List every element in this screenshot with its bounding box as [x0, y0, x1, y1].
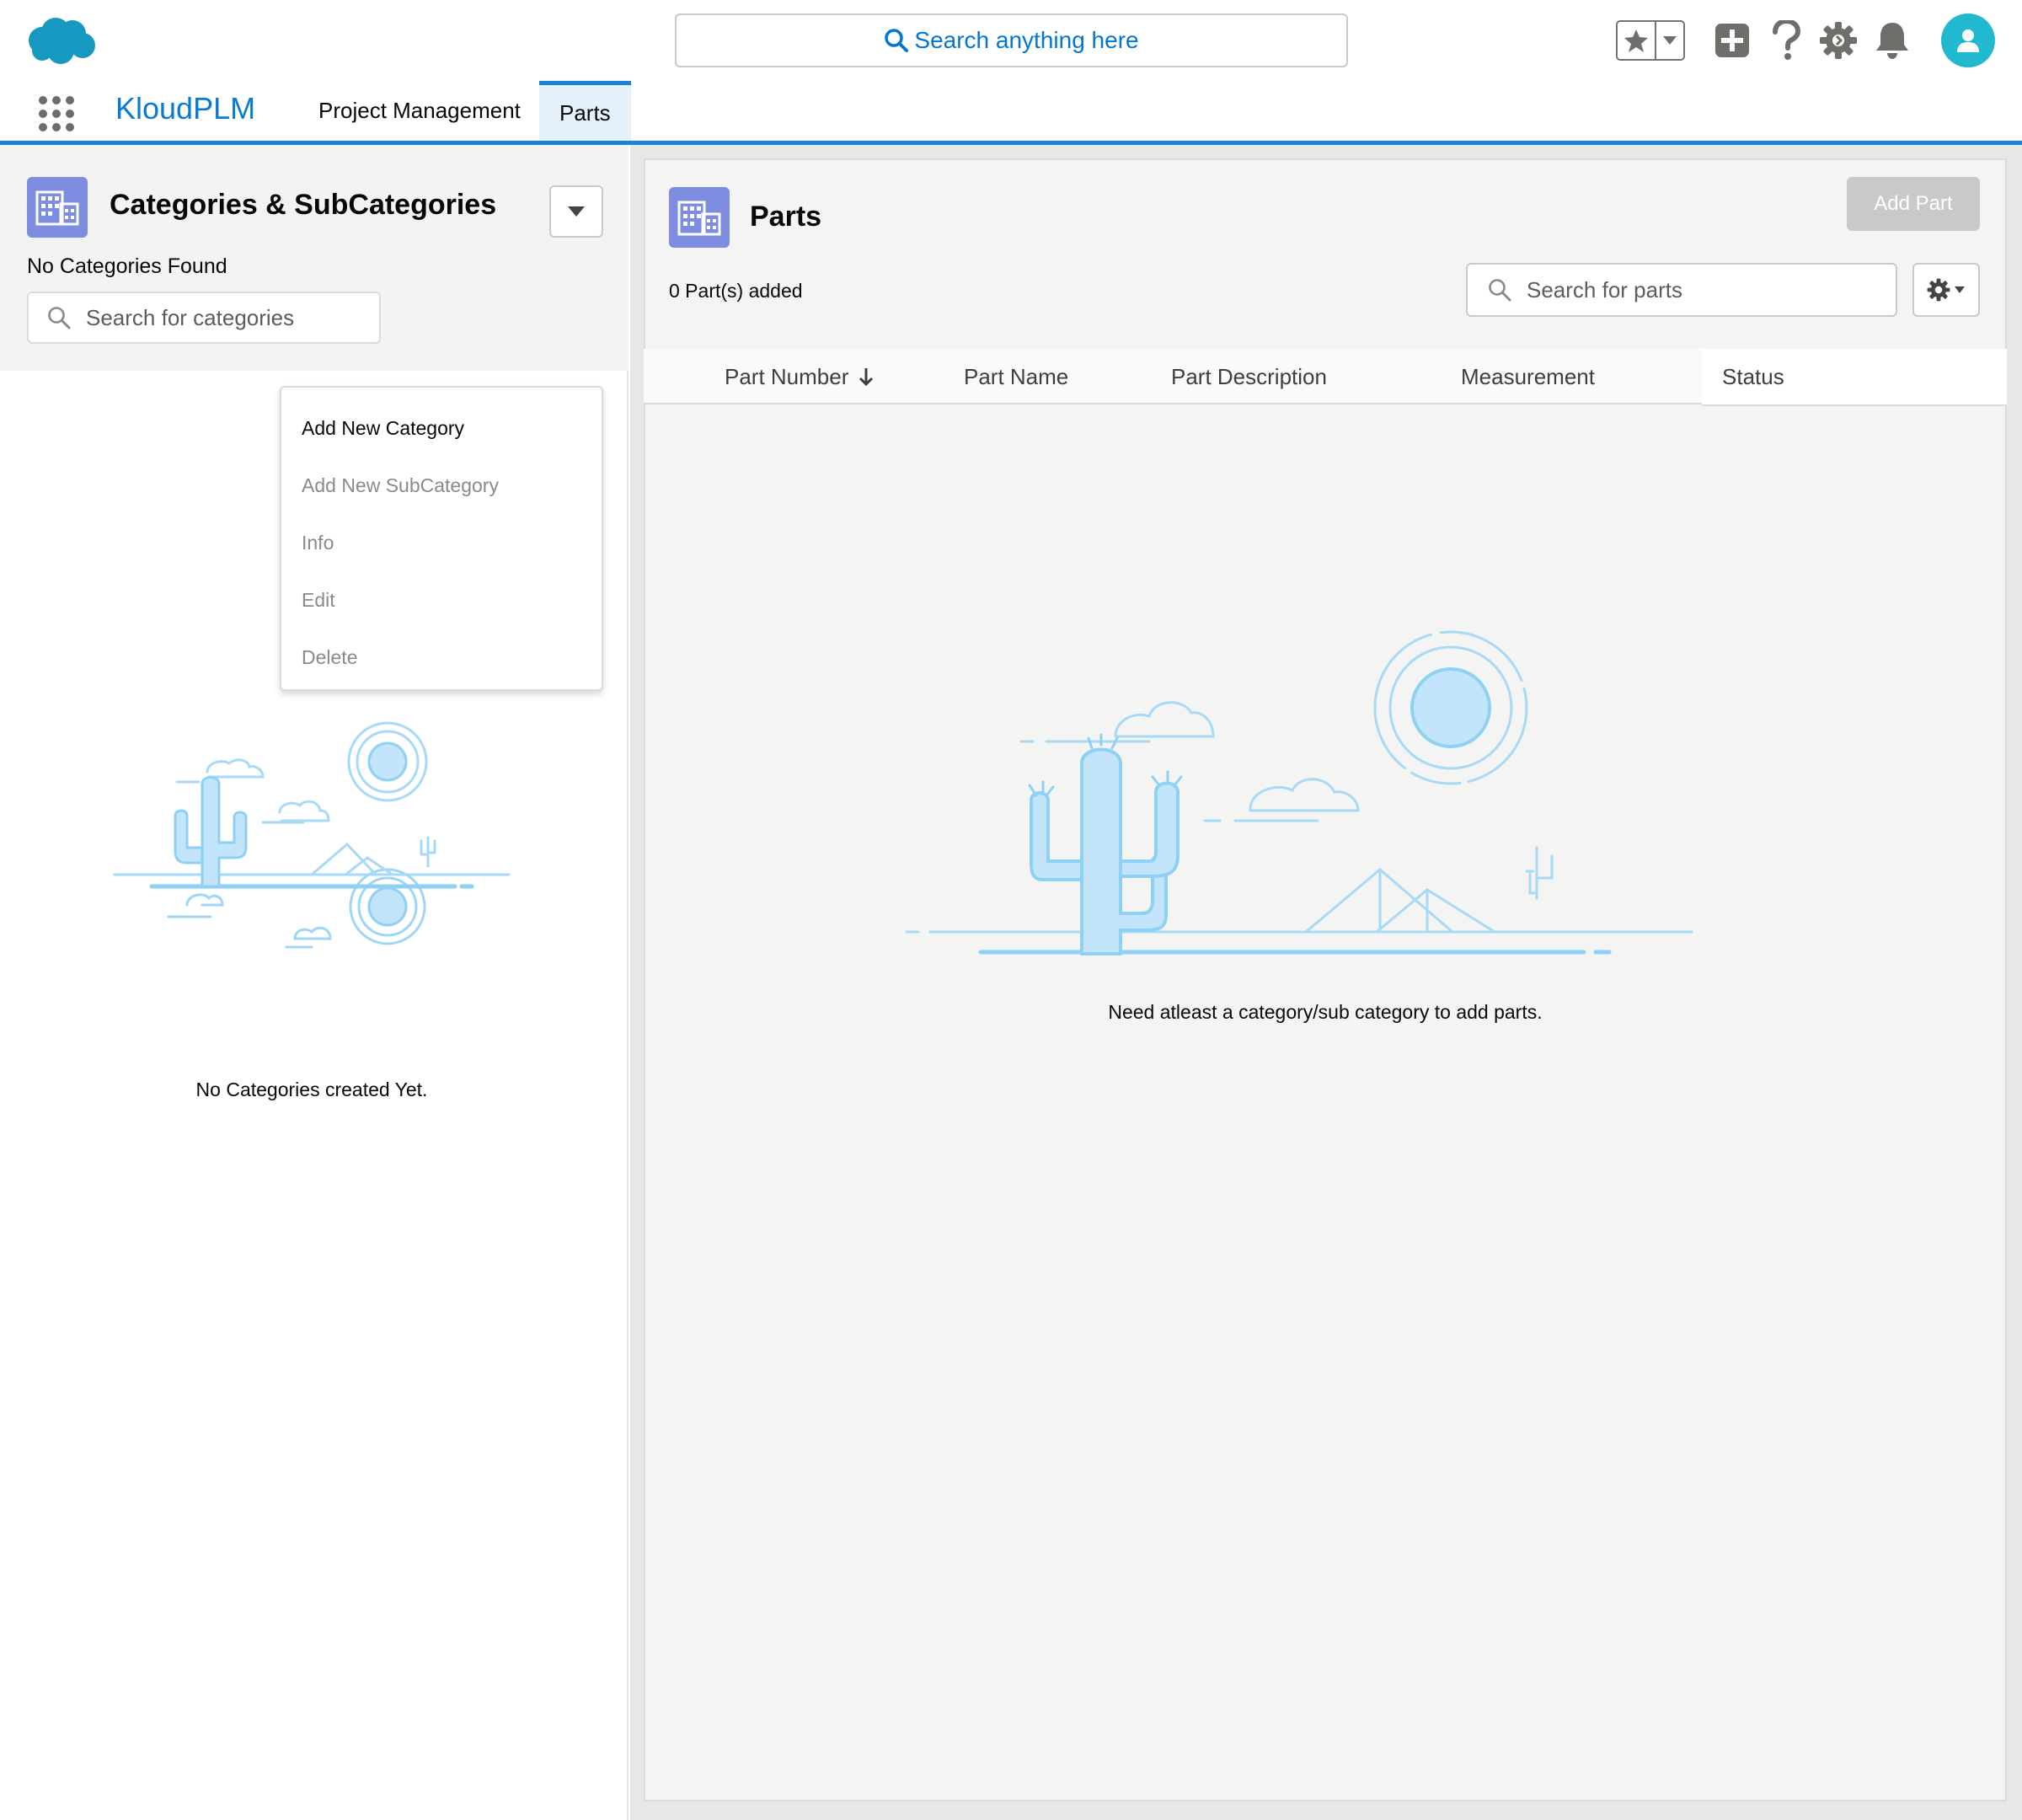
bell-icon[interactable] — [1870, 19, 1914, 62]
column-label-part-number: Part Number — [725, 363, 849, 389]
menu-item-delete[interactable]: Delete — [281, 629, 602, 686]
list-settings-button[interactable] — [1912, 263, 1980, 317]
waffle-icon[interactable] — [37, 94, 76, 133]
parts-search-placeholder: Search for parts — [1527, 276, 1682, 302]
building-icon — [669, 187, 730, 248]
column-header-status[interactable]: Status — [1702, 349, 2007, 406]
column-header-part-description[interactable]: Part Description — [1171, 349, 1327, 404]
menu-item-add-new-subcategory[interactable]: Add New SubCategory — [281, 457, 602, 514]
gear-icon — [1927, 278, 1950, 302]
star-icon[interactable] — [1618, 22, 1656, 59]
tab-parts[interactable]: Parts — [539, 81, 631, 141]
user-avatar[interactable] — [1941, 13, 1995, 67]
parts-empty-message: Need atleast a category/sub category to … — [1108, 1001, 1543, 1023]
add-part-button[interactable]: Add Part — [1847, 177, 1980, 231]
favorites-button-group[interactable] — [1616, 20, 1685, 61]
parts-count: 0 Part(s) added — [669, 280, 803, 302]
help-icon[interactable] — [1764, 19, 1808, 62]
categories-dropdown-menu: Add New Category Add New SubCategory Inf… — [280, 386, 603, 691]
chevron-down-icon[interactable] — [1656, 22, 1683, 59]
parts-empty-illustration — [905, 630, 1693, 956]
global-search-input[interactable]: Search anything here — [675, 13, 1348, 67]
salesforce-cloud-icon[interactable] — [24, 15, 98, 66]
column-header-measurement[interactable]: Measurement — [1461, 349, 1595, 404]
parts-panel-title: Parts — [750, 201, 822, 233]
user-icon — [1957, 29, 1979, 52]
menu-item-info[interactable]: Info — [281, 514, 602, 571]
tab-project-management[interactable]: Project Management — [298, 81, 541, 141]
app-name: KloudPLM — [115, 91, 256, 126]
column-header-part-name[interactable]: Part Name — [964, 349, 1068, 404]
global-header: Search anything here — [0, 0, 2022, 81]
add-icon[interactable] — [1710, 19, 1754, 62]
parts-search-input[interactable]: Search for parts — [1466, 263, 1897, 317]
menu-item-edit[interactable]: Edit — [281, 571, 602, 629]
search-icon — [885, 29, 909, 52]
app-navigation-bar: KloudPLM Project Management Parts — [0, 81, 2022, 145]
column-header-part-number[interactable]: Part Number — [725, 349, 874, 404]
menu-item-add-new-category[interactable]: Add New Category — [281, 399, 602, 457]
global-search-placeholder: Search anything here — [914, 27, 1139, 53]
search-icon — [1489, 279, 1511, 302]
chevron-down-icon — [1955, 286, 1965, 293]
setup-gear-icon[interactable] — [1816, 19, 1860, 62]
arrow-down-icon — [859, 368, 874, 387]
categories-empty-message: No Categories created Yet. — [195, 1079, 428, 1100]
